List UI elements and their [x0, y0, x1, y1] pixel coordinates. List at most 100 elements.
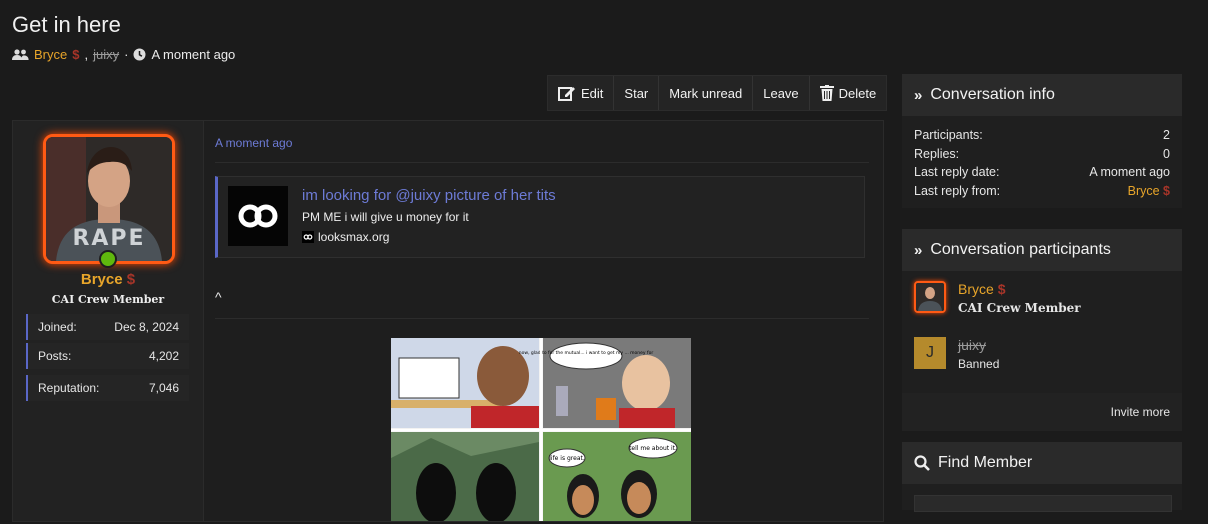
- stat-joined: Joined: Dec 8, 2024: [26, 314, 189, 340]
- post-content: A moment ago im looking for @juixy pictu…: [203, 121, 883, 523]
- edit-icon: [558, 87, 575, 101]
- info-label: Participants:: [914, 128, 983, 143]
- stat-reputation: Reputation: 7,046: [26, 375, 189, 401]
- panel-header: » Conversation participants: [902, 229, 1182, 271]
- participant-link-bryce[interactable]: Bryce: [34, 47, 67, 62]
- meta-dot: ·: [124, 47, 129, 62]
- stat-value: 7,046: [148, 381, 179, 395]
- info-label: Last reply date:: [914, 165, 1000, 180]
- looksmax-logo: [228, 186, 288, 246]
- participant-title: Banned: [958, 357, 1000, 371]
- avatar-initial: J: [926, 344, 934, 361]
- svg-text:RAPE: RAPE: [72, 226, 145, 251]
- stat-posts: Posts: 4,202: [26, 343, 189, 369]
- conversation-participants-panel: » Conversation participants Bryce $ CAI …: [902, 229, 1182, 431]
- avatar-photo: RAPE: [46, 137, 172, 261]
- invite-more-link[interactable]: Invite more: [902, 393, 1182, 431]
- info-value: 2: [1163, 128, 1170, 143]
- participant-name-label: Bryce: [958, 281, 994, 297]
- delete-label: Delete: [838, 85, 877, 101]
- info-row-last-reply-date: Last reply date: A moment ago: [902, 163, 1182, 182]
- conversation-info-panel: » Conversation info Participants: 2 Repli…: [902, 74, 1182, 208]
- post-text: ^: [215, 289, 222, 305]
- mark-unread-button[interactable]: Mark unread: [659, 76, 754, 110]
- stat-label: Posts:: [38, 349, 72, 363]
- participant-item: Bryce $ CAI Crew Member: [902, 281, 1182, 337]
- embed-title[interactable]: im looking for @juixy picture of her tit…: [302, 187, 556, 204]
- embed-description: PM ME i will give u money for it: [302, 210, 469, 224]
- participant-link-juixy[interactable]: juixy: [93, 47, 119, 62]
- info-label: Replies:: [914, 146, 960, 161]
- panel-body: Bryce $ CAI Crew Member J juixy Banned I…: [902, 271, 1182, 431]
- mark-unread-label: Mark unread: [669, 85, 743, 101]
- participant-title: CAI Crew Member: [958, 301, 1081, 315]
- star-label: Star: [624, 85, 649, 101]
- panel-body: Participants: 2 Replies: 0 Last reply date…: [902, 116, 1182, 208]
- message-post: RAPE Bryce $ CAI Crew Member Joined: Dec…: [12, 120, 884, 523]
- leave-label: Leave: [763, 85, 799, 101]
- last-reply-user: Bryce: [1127, 183, 1160, 198]
- author-name[interactable]: Bryce $: [13, 271, 203, 288]
- conversation-toolbar: Edit Star Mark unread Leave Delete: [547, 75, 888, 111]
- edit-button[interactable]: Edit: [548, 76, 615, 110]
- leave-button[interactable]: Leave: [753, 76, 810, 110]
- users-icon: [12, 48, 29, 60]
- stat-label: Reputation:: [38, 381, 100, 395]
- embed-domain: looksmax.org: [302, 230, 389, 244]
- post-userbox: RAPE Bryce $ CAI Crew Member Joined: Dec…: [13, 121, 204, 521]
- infinity-icon: [302, 231, 314, 243]
- info-value-link[interactable]: Bryce $: [1128, 184, 1170, 198]
- stat-value: Dec 8, 2024: [114, 320, 179, 334]
- comic-panels: now, glad to for the mutual... i want to…: [391, 338, 691, 523]
- participant-name[interactable]: juixy: [958, 337, 986, 353]
- participant-separator: ,: [84, 47, 89, 62]
- double-chevron-icon: »: [914, 241, 923, 259]
- author-avatar[interactable]: RAPE: [43, 134, 175, 264]
- online-indicator: [99, 250, 117, 268]
- info-row-replies: Replies: 0: [902, 145, 1182, 164]
- search-icon: [914, 455, 930, 471]
- double-chevron-icon: »: [914, 86, 923, 104]
- participant-name[interactable]: Bryce $: [958, 281, 1005, 297]
- info-row-last-reply-from: Last reply from: Bryce $: [902, 182, 1182, 201]
- panel-title: Conversation participants: [930, 241, 1111, 258]
- participant-item: J juixy Banned: [902, 337, 1182, 393]
- panel-header: » Conversation info: [902, 74, 1182, 116]
- comic-bubble-1: now, glad to for the mutual... i want to…: [519, 350, 654, 356]
- dollar-icon: $: [997, 281, 1006, 297]
- panel-title: Conversation info: [930, 86, 1055, 103]
- stat-label: Joined:: [38, 320, 77, 334]
- author-name-label: Bryce: [80, 271, 123, 288]
- clock-icon: [133, 48, 146, 61]
- trash-icon: [819, 85, 834, 101]
- thread-meta: Bryce $ , juixy · A moment ago: [12, 47, 235, 62]
- page-title: Get in here: [12, 12, 121, 37]
- comic-bubble-2: life is great.: [549, 455, 585, 462]
- info-label: Last reply from:: [914, 183, 1001, 198]
- dollar-icon: $: [72, 47, 80, 62]
- find-member-panel: Find Member: [902, 442, 1182, 512]
- dollar-icon: $: [1163, 183, 1170, 198]
- find-member-input[interactable]: [914, 495, 1172, 512]
- embed-domain-text: looksmax.org: [318, 230, 390, 244]
- author-user-title: CAI Crew Member: [51, 293, 165, 306]
- participant-avatar[interactable]: J: [914, 337, 946, 369]
- panel-title: Find Member: [938, 454, 1033, 471]
- info-row-participants: Participants: 2: [902, 126, 1182, 145]
- info-value: 0: [1163, 146, 1170, 161]
- divider: [215, 318, 869, 319]
- comic-image[interactable]: now, glad to for the mutual... i want to…: [391, 338, 691, 523]
- edit-label: Edit: [581, 85, 604, 101]
- dollar-icon: $: [126, 271, 136, 288]
- divider: [215, 162, 869, 163]
- link-embed[interactable]: im looking for @juixy picture of her tit…: [215, 176, 865, 258]
- panel-body: [902, 484, 1182, 512]
- info-value: A moment ago: [1089, 165, 1170, 180]
- panel-header: Find Member: [902, 442, 1182, 484]
- delete-button[interactable]: Delete: [810, 76, 887, 110]
- stat-value: 4,202: [148, 349, 179, 363]
- invite-label: Invite more: [1110, 405, 1170, 419]
- star-button[interactable]: Star: [614, 76, 660, 110]
- participant-avatar[interactable]: [914, 281, 946, 313]
- post-date-link[interactable]: A moment ago: [215, 136, 292, 150]
